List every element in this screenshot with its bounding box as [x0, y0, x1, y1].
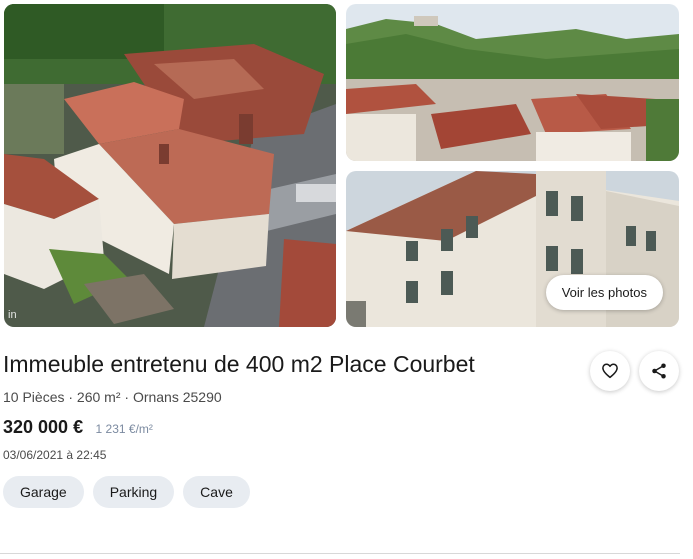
tag-cave: Cave [183, 476, 250, 508]
heart-icon [602, 363, 618, 379]
share-button[interactable] [639, 351, 679, 391]
feature-tags: Garage Parking Cave [3, 476, 250, 508]
share-icon [652, 363, 666, 379]
listing-price: 320 000 € [3, 417, 84, 437]
secondary-photo-bottom[interactable]: Voir les photos [346, 171, 679, 327]
photo-gallery[interactable]: in Voir les photos [4, 4, 679, 327]
divider [0, 553, 680, 554]
price-row: 320 000 € 1 231 €/m² [3, 417, 153, 438]
price-per-m2: 1 231 €/m² [95, 422, 153, 436]
see-photos-button[interactable]: Voir les photos [545, 275, 663, 310]
listing-details: 10 Pièces · 260 m² · Ornans 25290 [3, 389, 222, 405]
secondary-photo-top[interactable] [346, 4, 679, 161]
photo-credit: in [8, 309, 17, 321]
listing-date: 03/06/2021 à 22:45 [3, 448, 107, 462]
listing-title: Immeuble entretenu de 400 m2 Place Courb… [3, 351, 475, 377]
village-panorama-image [346, 4, 679, 161]
favorite-button[interactable] [590, 351, 630, 391]
main-photo[interactable]: in [4, 4, 336, 327]
tag-parking: Parking [92, 476, 175, 508]
tag-garage: Garage [3, 476, 84, 508]
aerial-building-image [4, 4, 336, 327]
